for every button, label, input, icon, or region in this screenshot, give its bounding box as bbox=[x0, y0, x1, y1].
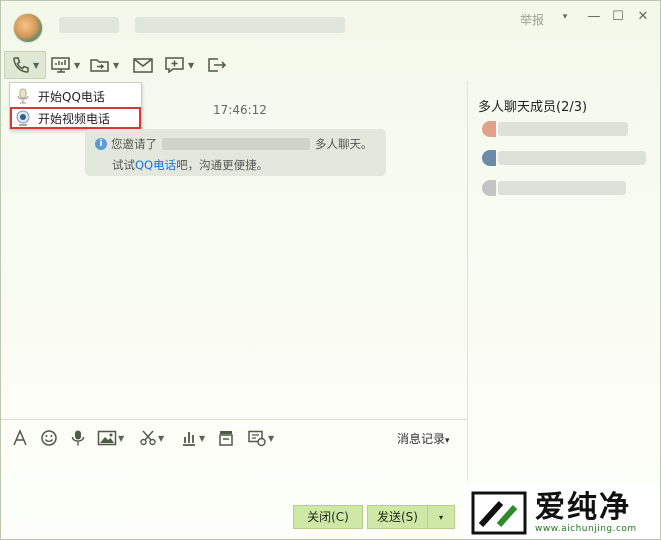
close-window-button[interactable]: ✕ bbox=[635, 9, 651, 25]
member-name-blurred bbox=[498, 151, 646, 165]
screenshot-button[interactable]: ▼ bbox=[139, 428, 164, 448]
add-app-icon bbox=[165, 57, 184, 74]
menu-item-start-video-call[interactable]: 开始视频电话 bbox=[10, 107, 141, 129]
member-avatar bbox=[482, 180, 496, 196]
file-transfer-icon bbox=[90, 59, 109, 72]
menu-item-label: 开始QQ电话 bbox=[38, 89, 105, 104]
maximize-button[interactable]: ☐ bbox=[610, 9, 626, 25]
file-transfer-button[interactable]: ▼ bbox=[89, 51, 123, 79]
voice-message-button[interactable] bbox=[69, 428, 87, 448]
members-panel: 多人聊天成员(2/3) bbox=[467, 81, 660, 481]
info-icon: i bbox=[95, 138, 107, 150]
microphone-icon bbox=[17, 88, 29, 104]
title-bar: 举报 ▾ — ☐ ✕ bbox=[1, 1, 660, 45]
member-avatar bbox=[482, 121, 496, 137]
screen-share-button[interactable]: ▼ bbox=[50, 51, 84, 79]
input-divider bbox=[1, 419, 467, 420]
file-transfer-caret-icon: ▼ bbox=[113, 60, 120, 70]
font-icon bbox=[13, 429, 27, 446]
music-button[interactable]: ▼ bbox=[180, 428, 205, 448]
menu-item-label: 开始视频电话 bbox=[38, 111, 111, 126]
exit-group-button[interactable] bbox=[206, 51, 230, 79]
message-history-button[interactable]: 消息记录▾ bbox=[397, 430, 450, 447]
music-caret-icon: ▼ bbox=[199, 433, 206, 443]
notice-line2-suffix: 吧，沟通更便捷。 bbox=[176, 158, 269, 172]
voice-icon bbox=[71, 430, 85, 446]
mail-icon bbox=[133, 58, 153, 73]
member-row[interactable] bbox=[482, 180, 626, 196]
input-toolbar: ▼ ▼ ▼ ▼ 消息记录▾ bbox=[1, 425, 467, 451]
image-caret-icon: ▼ bbox=[118, 433, 125, 443]
minimize-button[interactable]: — bbox=[586, 9, 602, 25]
more-icon bbox=[248, 430, 266, 447]
send-button-group: 发送(S) ▾ bbox=[367, 505, 455, 529]
call-dropdown-menu: 开始QQ电话 开始视频电话 bbox=[9, 82, 142, 130]
member-avatar bbox=[482, 150, 496, 166]
phone-icon bbox=[13, 57, 29, 73]
app-button[interactable]: ▼ bbox=[164, 51, 198, 79]
font-button[interactable] bbox=[11, 428, 29, 448]
call-caret-icon: ▼ bbox=[33, 60, 40, 70]
more-tools-button[interactable]: ▼ bbox=[247, 428, 274, 448]
music-icon bbox=[183, 432, 195, 446]
emoji-button[interactable] bbox=[40, 428, 58, 448]
history-label: 消息记录 bbox=[397, 432, 446, 446]
members-title: 多人聊天成员(2/3) bbox=[478, 100, 588, 115]
member-name-blurred bbox=[498, 122, 628, 136]
group-avatar[interactable] bbox=[13, 13, 43, 43]
member-name-blurred bbox=[498, 181, 626, 195]
watermark-logo bbox=[471, 491, 527, 535]
image-icon bbox=[97, 430, 117, 446]
member-row[interactable] bbox=[482, 121, 628, 137]
call-button[interactable]: ▼ bbox=[4, 51, 46, 79]
qq-call-link[interactable]: QQ电话 bbox=[135, 158, 176, 172]
shake-button[interactable] bbox=[217, 428, 235, 448]
message-timestamp: 17:46:12 bbox=[213, 103, 267, 117]
report-link[interactable]: 举报 bbox=[520, 11, 544, 28]
send-button[interactable]: 发送(S) bbox=[368, 506, 428, 528]
screen-share-caret-icon: ▼ bbox=[74, 60, 81, 70]
watermark-url: www.aichunjing.com bbox=[535, 524, 637, 534]
menu-item-start-qq-call[interactable]: 开始QQ电话 bbox=[10, 85, 141, 107]
notice-prefix: 您邀请了 bbox=[111, 137, 157, 151]
menu-dropdown-button[interactable]: ▾ bbox=[557, 9, 573, 25]
watermark: 爱纯净 www.aichunjing.com bbox=[463, 485, 660, 539]
group-name-blurred bbox=[59, 17, 119, 33]
close-button[interactable]: 关闭(C) bbox=[293, 505, 363, 529]
more-caret-icon: ▼ bbox=[268, 433, 275, 443]
system-notice: i 您邀请了 多人聊天。 试试QQ电话吧，沟通更便捷。 bbox=[85, 129, 386, 176]
app-caret-icon: ▼ bbox=[188, 60, 195, 70]
send-options-caret[interactable]: ▾ bbox=[428, 513, 454, 522]
screenshot-caret-icon: ▼ bbox=[158, 433, 165, 443]
notice-line2-prefix: 试试 bbox=[112, 158, 135, 172]
mail-button[interactable] bbox=[132, 51, 156, 79]
image-button[interactable]: ▼ bbox=[97, 428, 124, 448]
group-members-blurred bbox=[135, 17, 345, 33]
member-row[interactable] bbox=[482, 150, 646, 166]
webcam-icon bbox=[16, 110, 30, 126]
watermark-text: 爱纯净 bbox=[535, 490, 631, 525]
chat-toolbar: ▼ ▼ ▼ ▼ bbox=[1, 51, 301, 79]
screenshot-scissors-icon bbox=[140, 430, 156, 446]
notice-suffix: 多人聊天。 bbox=[315, 137, 373, 151]
exit-group-icon bbox=[208, 58, 227, 72]
emoji-icon bbox=[41, 430, 57, 446]
screen-share-icon bbox=[51, 57, 70, 73]
history-caret-icon: ▾ bbox=[445, 436, 450, 446]
chat-window: 举报 ▾ — ☐ ✕ ▼ ▼ ▼ ▼ 开始QQ电话 开始视频电话 17:46:1… bbox=[0, 0, 661, 540]
shake-icon bbox=[219, 431, 233, 446]
invited-names-blurred bbox=[162, 138, 310, 150]
